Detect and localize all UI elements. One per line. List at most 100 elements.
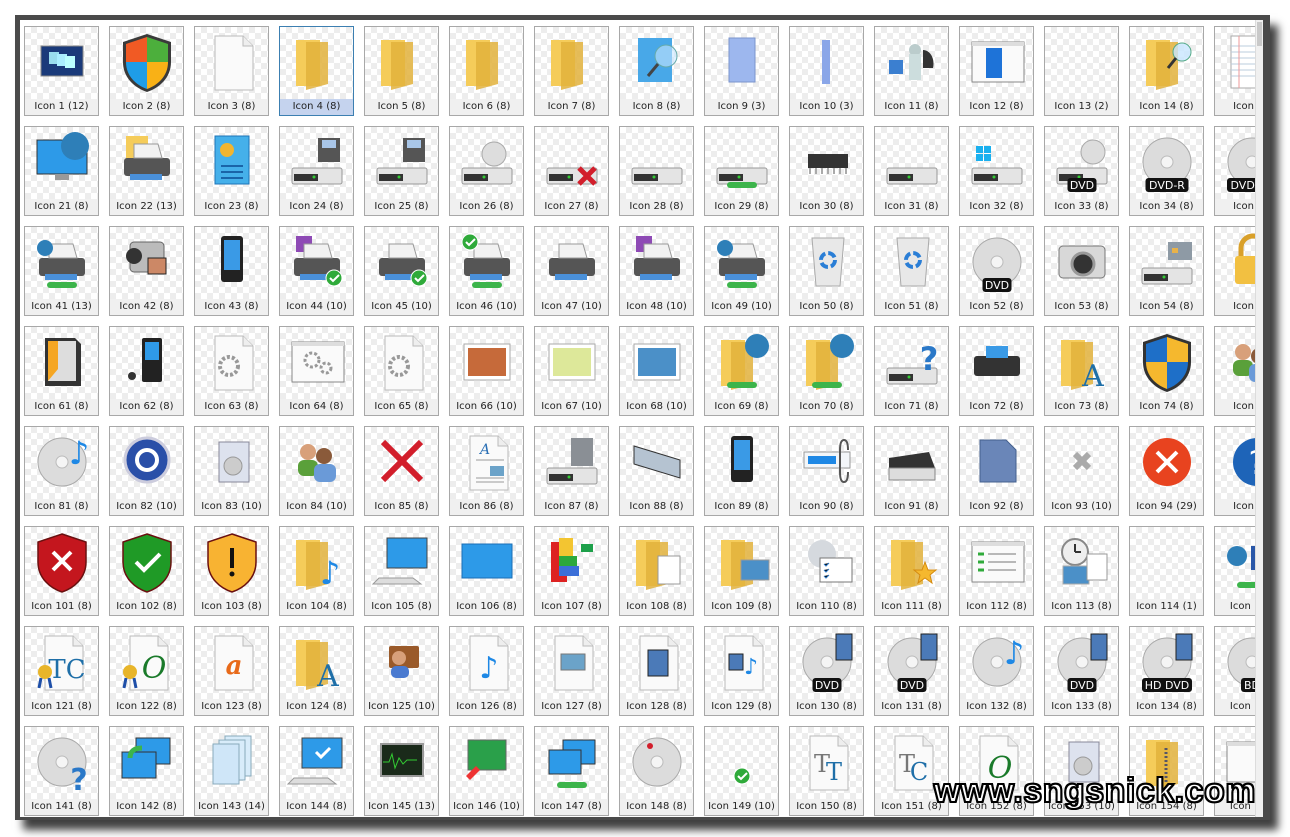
icon-item[interactable]: ? Icon 71 (8) — [874, 326, 949, 416]
icon-item[interactable]: Icon 101 (8) — [24, 526, 99, 616]
vertical-scrollbar[interactable] — [1255, 20, 1263, 817]
icon-item[interactable]: Icon 43 (8) — [194, 226, 269, 316]
icon-item[interactable]: Icon 25 (8) — [364, 126, 439, 216]
icon-item[interactable]: Icon 42 (8) — [109, 226, 184, 316]
icon-item[interactable]: Icon 143 (14) — [194, 726, 269, 816]
icon-item[interactable]: Icon 27 (8) — [534, 126, 609, 216]
icon-item[interactable]: Icon 53 (8) — [1044, 226, 1119, 316]
icon-item[interactable]: Icon 94 (29) — [1129, 426, 1204, 516]
icon-item[interactable]: TC Icon 121 (8) — [24, 626, 99, 716]
icon-item[interactable]: Icon 32 (8) — [959, 126, 1034, 216]
icon-item[interactable]: Icon 48 (10) — [619, 226, 694, 316]
icon-item[interactable]: Icon 66 (10) — [449, 326, 524, 416]
icon-item[interactable]: Icon 68 (10) — [619, 326, 694, 416]
icon-item[interactable]: Icon 26 (8) — [449, 126, 524, 216]
icon-item[interactable]: Icon 144 (8) — [279, 726, 354, 816]
icon-item[interactable]: Icon 106 (8) — [449, 526, 524, 616]
icon-item[interactable]: A Icon 124 (8) — [279, 626, 354, 716]
icon-item[interactable]: T T Icon 150 (8) — [789, 726, 864, 816]
icon-item[interactable]: Icon 69 (8) — [704, 326, 779, 416]
icon-item[interactable]: Icon 46 (10) — [449, 226, 524, 316]
scrollbar-thumb[interactable] — [1257, 22, 1262, 46]
icon-item[interactable]: DVD Icon 33 (8) — [1044, 126, 1119, 216]
icon-item[interactable]: DVD Icon 131 (8) — [874, 626, 949, 716]
icon-item[interactable]: Icon 149 (10) — [704, 726, 779, 816]
icon-item[interactable]: Icon 45 (10) — [364, 226, 439, 316]
icon-item[interactable]: DVD Icon 130 (8) — [789, 626, 864, 716]
icon-item[interactable]: Icon 84 (10) — [279, 426, 354, 516]
icon-item[interactable]: ♪ Icon 132 (8) — [959, 626, 1034, 716]
icon-item[interactable]: Icon 148 (8) — [619, 726, 694, 816]
icon-item[interactable]: Icon 146 (10) — [449, 726, 524, 816]
icon-item[interactable]: Icon 14 (8) — [1129, 26, 1204, 116]
icon-item[interactable]: Icon 125 (10) — [364, 626, 439, 716]
icon-item[interactable]: Icon 85 (8) — [364, 426, 439, 516]
icon-item[interactable]: Icon 64 (8) — [279, 326, 354, 416]
icon-item[interactable]: Icon 128 (8) — [619, 626, 694, 716]
icon-item[interactable]: ♪ Icon 81 (8) — [24, 426, 99, 516]
icon-item[interactable]: Icon 10 (3) — [789, 26, 864, 116]
icon-item[interactable]: Icon 62 (8) — [109, 326, 184, 416]
icon-item[interactable]: ♪ Icon 129 (8) — [704, 626, 779, 716]
icon-item[interactable]: DVD Icon 133 (8) — [1044, 626, 1119, 716]
icon-item[interactable]: Icon 107 (8) — [534, 526, 609, 616]
icon-item[interactable]: Icon 145 (13) — [364, 726, 439, 816]
icon-item[interactable]: Icon 108 (8) — [619, 526, 694, 616]
icon-item[interactable]: Icon 31 (8) — [874, 126, 949, 216]
icon-item[interactable]: Icon 82 (10) — [109, 426, 184, 516]
icon-item[interactable]: Icon 6 (8) — [449, 26, 524, 116]
icon-item[interactable]: Icon 90 (8) — [789, 426, 864, 516]
icon-view[interactable]: Icon 1 (12) Icon 2 (8) Icon 3 (8) Icon 4 (8… — [20, 20, 1263, 817]
icon-item[interactable]: Icon 21 (8) — [24, 126, 99, 216]
icon-item[interactable]: Icon 11 (8) — [874, 26, 949, 116]
icon-item[interactable]: DVD Icon 52 (8) — [959, 226, 1034, 316]
icon-item[interactable]: A Icon 86 (8) — [449, 426, 524, 516]
icon-item[interactable]: Icon 44 (10) — [279, 226, 354, 316]
icon-item[interactable]: Icon 54 (8) — [1129, 226, 1204, 316]
icon-item[interactable]: Icon 30 (8) — [789, 126, 864, 216]
icon-item[interactable]: Icon 13 (2) — [1044, 26, 1119, 116]
icon-item[interactable]: Icon 3 (8) — [194, 26, 269, 116]
icon-item[interactable]: Icon 113 (8) — [1044, 526, 1119, 616]
icon-item[interactable]: Icon 92 (8) — [959, 426, 1034, 516]
icon-item[interactable]: Icon 63 (8) — [194, 326, 269, 416]
icon-item[interactable]: Icon 72 (8) — [959, 326, 1034, 416]
icon-item[interactable]: Icon 29 (8) — [704, 126, 779, 216]
icon-item[interactable]: Icon 147 (8) — [534, 726, 609, 816]
icon-item[interactable]: Icon 49 (10) — [704, 226, 779, 316]
icon-item[interactable]: Icon 28 (8) — [619, 126, 694, 216]
icon-item[interactable]: Icon 61 (8) — [24, 326, 99, 416]
icon-item[interactable]: Icon 51 (8) — [874, 226, 949, 316]
icon-item[interactable]: Icon 7 (8) — [534, 26, 609, 116]
icon-item[interactable]: Icon 1 (12) — [24, 26, 99, 116]
icon-item[interactable]: Icon 110 (8) — [789, 526, 864, 616]
icon-item[interactable]: Icon 65 (8) — [364, 326, 439, 416]
icon-item[interactable]: Icon 105 (8) — [364, 526, 439, 616]
icon-item[interactable]: Icon 67 (10) — [534, 326, 609, 416]
icon-item[interactable]: Icon 91 (8) — [874, 426, 949, 516]
icon-item[interactable]: Icon 12 (8) — [959, 26, 1034, 116]
icon-item[interactable]: Icon 111 (8) — [874, 526, 949, 616]
icon-item[interactable]: Icon 50 (8) — [789, 226, 864, 316]
icon-item[interactable]: O Icon 122 (8) — [109, 626, 184, 716]
icon-item[interactable]: ♪ Icon 104 (8) — [279, 526, 354, 616]
icon-item[interactable]: ? Icon 141 (8) — [24, 726, 99, 816]
icon-item[interactable]: Icon 22 (13) — [109, 126, 184, 216]
icon-item[interactable]: Icon 112 (8) — [959, 526, 1034, 616]
icon-item[interactable]: A Icon 73 (8) — [1044, 326, 1119, 416]
icon-item[interactable]: Icon 8 (8) — [619, 26, 694, 116]
icon-item[interactable]: a Icon 123 (8) — [194, 626, 269, 716]
icon-item[interactable]: Icon 127 (8) — [534, 626, 609, 716]
icon-item[interactable]: ♪ Icon 126 (8) — [449, 626, 524, 716]
icon-item[interactable]: Icon 9 (3) — [704, 26, 779, 116]
icon-item[interactable]: Icon 83 (10) — [194, 426, 269, 516]
icon-item[interactable]: Icon 24 (8) — [279, 126, 354, 216]
icon-item[interactable]: Icon 88 (8) — [619, 426, 694, 516]
icon-item[interactable]: Icon 103 (8) — [194, 526, 269, 616]
icon-item[interactable]: Icon 4 (8) — [279, 26, 354, 116]
icon-item[interactable]: Icon 74 (8) — [1129, 326, 1204, 416]
icon-item[interactable]: Icon 114 (1) — [1129, 526, 1204, 616]
icon-item[interactable]: Icon 2 (8) — [109, 26, 184, 116]
icon-item[interactable]: Icon 142 (8) — [109, 726, 184, 816]
icon-item[interactable]: Icon 23 (8) — [194, 126, 269, 216]
